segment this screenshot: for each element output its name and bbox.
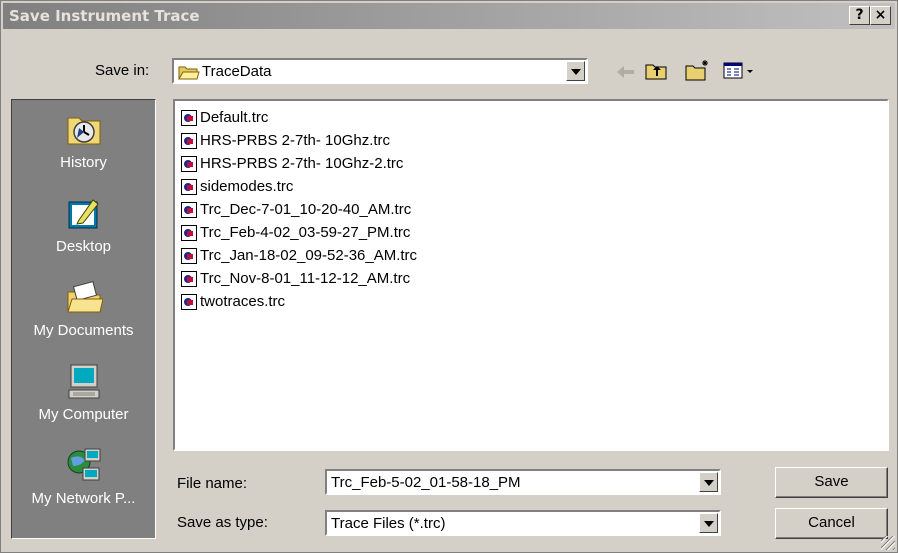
list-item[interactable]: Trc_Nov-8-01_11-12-12_AM.trc [181, 269, 410, 289]
save-in-combo[interactable]: TraceData [172, 58, 588, 84]
save-as-type-select[interactable]: Trace Files (*.trc) [325, 510, 721, 536]
my-network-icon [67, 448, 101, 481]
create-new-folder-icon[interactable] [685, 59, 711, 81]
list-item[interactable]: twotraces.trc [181, 292, 285, 312]
places-bar: History Desktop My Documents My Computer… [11, 99, 156, 539]
list-item[interactable]: HRS-PRBS 2-7th- 10Ghz.trc [181, 131, 390, 151]
save-as-type-label: Save as type: [177, 514, 268, 531]
file-name-text: Trc_Jan-18-02_09-52-36_AM.trc [200, 247, 418, 264]
places-label-my-computer: My Computer [38, 406, 129, 423]
file-name-text: Default.trc [200, 109, 269, 126]
places-label-my-documents: My Documents [33, 322, 134, 339]
file-name-text: Trc_Nov-8-01_11-12-12_AM.trc [200, 270, 411, 287]
list-item[interactable]: HRS-PRBS 2-7th- 10Ghz-2.trc [181, 154, 403, 174]
view-menu-icon[interactable] [723, 61, 757, 81]
list-item[interactable]: Default.trc [181, 108, 268, 128]
places-item-my-computer[interactable]: My Computer [12, 356, 155, 440]
help-button[interactable]: ? [849, 6, 870, 25]
file-name-text: Trc_Dec-7-01_10-20-40_AM.trc [200, 201, 412, 218]
file-name-text: HRS-PRBS 2-7th- 10Ghz.trc [200, 132, 391, 149]
trace-file-icon [181, 179, 197, 196]
places-item-my-documents[interactable]: My Documents [12, 272, 155, 356]
my-documents-icon [67, 281, 103, 313]
file-name-text: sidemodes.trc [200, 178, 294, 195]
list-item[interactable]: Trc_Dec-7-01_10-20-40_AM.trc [181, 200, 411, 220]
save-in-dropdown-button[interactable] [566, 61, 585, 81]
file-name-text: HRS-PRBS 2-7th- 10Ghz-2.trc [200, 155, 404, 172]
save-button[interactable]: Save [775, 467, 888, 498]
resize-grip[interactable] [881, 536, 895, 550]
places-item-history[interactable]: History [12, 104, 155, 188]
window-title: Save Instrument Trace [9, 7, 200, 25]
trace-file-icon [181, 225, 197, 242]
save-in-label: Save in: [95, 62, 150, 79]
file-name-text: twotraces.trc [200, 293, 286, 310]
file-name-field[interactable]: Trc_Feb-5-02_01-58-18_PM [325, 469, 721, 495]
save-dialog: Save Instrument Trace ? × Save in: Trace… [0, 0, 898, 553]
places-item-my-network[interactable]: My Network P... [12, 440, 155, 524]
list-item[interactable]: sidemodes.trc [181, 177, 293, 197]
history-icon [67, 117, 101, 145]
places-label-desktop: Desktop [55, 238, 112, 255]
trace-file-icon [181, 248, 197, 265]
trace-file-icon [181, 110, 197, 127]
trace-file-icon [181, 271, 197, 288]
file-list[interactable]: Default.trc HRS-PRBS 2-7th- 10Ghz.trc HR… [173, 99, 889, 451]
folder-icon [178, 66, 200, 80]
save-as-type-value: Trace Files (*.trc) [331, 515, 446, 532]
places-item-desktop[interactable]: Desktop [12, 188, 155, 272]
file-name-text: Trc_Feb-4-02_03-59-27_PM.trc [200, 224, 411, 241]
trace-file-icon [181, 156, 197, 173]
file-name-label: File name: [177, 475, 248, 492]
trace-file-icon [181, 294, 197, 311]
trace-file-icon [181, 202, 197, 219]
cancel-button[interactable]: Cancel [775, 508, 888, 539]
file-name-value: Trc_Feb-5-02_01-58-18_PM [331, 474, 521, 491]
list-item[interactable]: Trc_Jan-18-02_09-52-36_AM.trc [181, 246, 417, 266]
up-one-level-icon[interactable] [645, 61, 669, 81]
title-bar[interactable]: Save Instrument Trace ? × [3, 3, 895, 29]
places-label-my-network: My Network P... [31, 490, 136, 507]
file-name-dropdown-button[interactable] [699, 472, 718, 492]
places-label-history: History [60, 154, 107, 171]
my-computer-icon [68, 364, 100, 399]
save-as-type-dropdown-button[interactable] [699, 513, 718, 533]
list-item[interactable]: Trc_Feb-4-02_03-59-27_PM.trc [181, 223, 410, 243]
trace-file-icon [181, 133, 197, 150]
save-in-value: TraceData [202, 63, 272, 80]
back-arrow-icon[interactable] [615, 63, 637, 81]
close-button[interactable]: × [870, 6, 891, 25]
desktop-icon [68, 199, 99, 229]
